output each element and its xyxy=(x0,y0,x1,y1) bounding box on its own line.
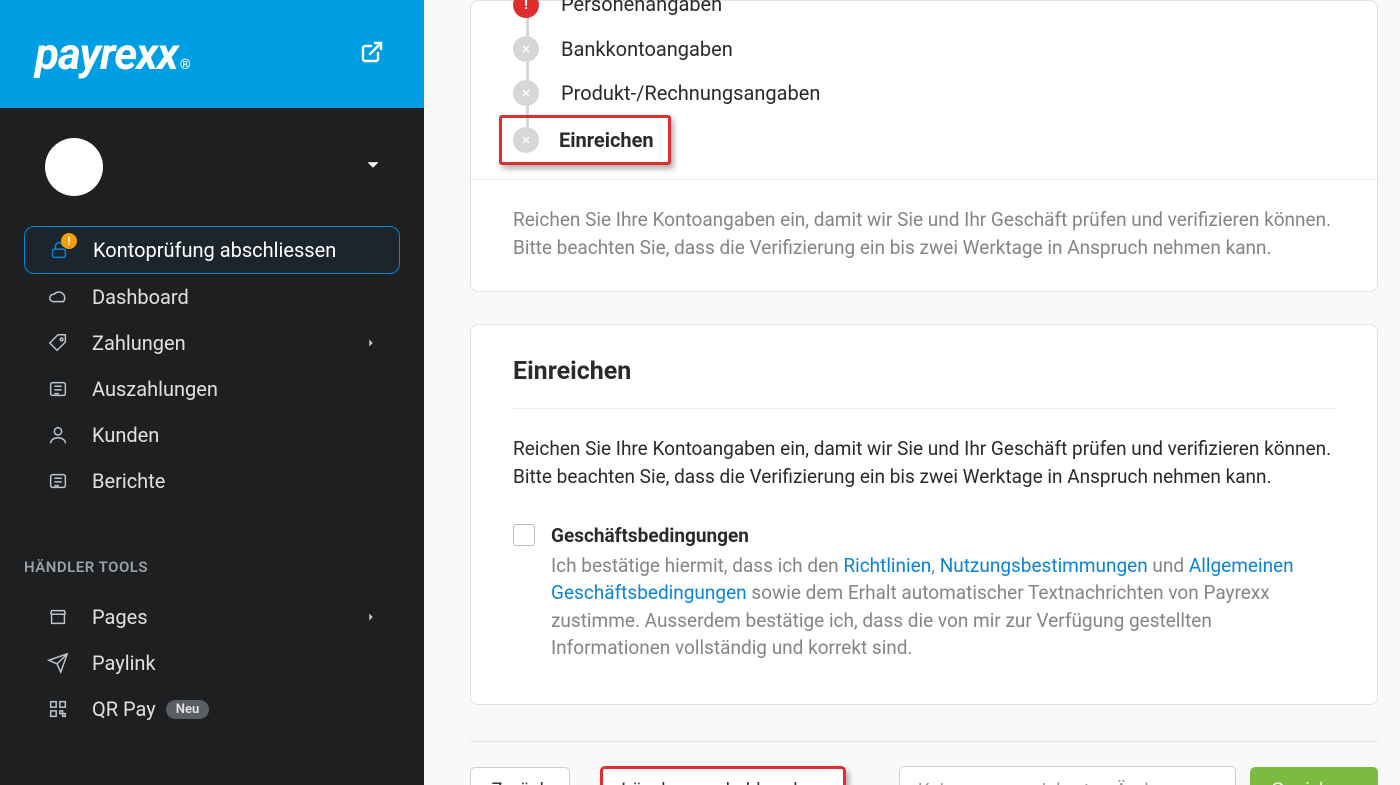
store-icon xyxy=(46,606,70,628)
nav-item-payouts[interactable]: Auszahlungen xyxy=(24,366,400,412)
tag-icon xyxy=(46,332,70,354)
nav-label: QR Pay xyxy=(92,697,156,721)
qr-icon xyxy=(46,698,70,720)
step-bank-details[interactable]: Bankkontoangaben xyxy=(513,27,1377,71)
terms-checkbox[interactable] xyxy=(513,524,535,546)
nav-label: Paylink xyxy=(92,651,156,675)
nav-item-account-verification[interactable]: ! Kontoprüfung abschliessen xyxy=(24,226,400,274)
submit-help-text: Reichen Sie Ihre Kontoangaben ein, damit… xyxy=(513,435,1335,490)
alert-icon: ! xyxy=(513,0,539,18)
chevron-right-icon xyxy=(364,605,378,629)
report-icon xyxy=(46,470,70,492)
terms-title: Geschäftsbedingungen xyxy=(551,522,1335,550)
nav-section-title: HÄNDLER TOOLS xyxy=(0,504,424,594)
brand-logo: payrexx® xyxy=(35,28,190,80)
link-guidelines[interactable]: Richtlinien xyxy=(843,554,931,577)
chevron-down-icon xyxy=(362,154,384,180)
lock-icon: ! xyxy=(47,239,71,261)
nav-label: Kunden xyxy=(92,423,159,447)
sidebar: payrexx® ! Kontoprüfung abschliessen Das… xyxy=(0,0,424,785)
nav-label: Zahlungen xyxy=(92,331,186,355)
nav-item-dashboard[interactable]: Dashboard xyxy=(24,274,400,320)
nav-item-reports[interactable]: Berichte xyxy=(24,458,400,504)
delete-cancel-button[interactable]: Löschen und abbrechen xyxy=(600,766,846,785)
step-label: Personenangaben xyxy=(561,0,722,16)
save-status: Keine ungespeicherten Änderungen xyxy=(899,766,1237,785)
alert-badge: ! xyxy=(61,233,77,249)
terms-text: Ich bestätige hiermit, dass ich den Rich… xyxy=(551,552,1335,662)
step-product-details[interactable]: Produkt-/Rechnungsangaben xyxy=(513,71,1377,115)
nav-item-qrpay[interactable]: QR Pay Neu xyxy=(24,686,400,732)
steps-card: ! Personenangaben Bankkontoangaben Produ… xyxy=(470,0,1378,292)
step-label: Bankkontoangaben xyxy=(561,37,733,61)
submit-card: Einreichen Reichen Sie Ihre Kontoangaben… xyxy=(470,324,1378,705)
cloud-icon xyxy=(46,286,70,308)
x-icon xyxy=(513,127,539,153)
x-icon xyxy=(513,80,539,106)
back-button[interactable]: Zurück xyxy=(470,767,570,785)
external-link-icon[interactable] xyxy=(360,40,384,68)
send-icon xyxy=(46,652,70,674)
sidebar-header: payrexx® xyxy=(0,0,424,108)
nav-label: Pages xyxy=(92,605,148,629)
step-submit[interactable]: Einreichen xyxy=(499,115,671,165)
nav-tools: Pages Paylink QR Pay Neu xyxy=(0,594,424,732)
nav-label: Kontoprüfung abschliessen xyxy=(93,238,336,262)
nav-item-pages[interactable]: Pages xyxy=(24,594,400,640)
nav-label: Berichte xyxy=(92,469,165,493)
x-icon xyxy=(513,36,539,62)
steps-help-text: Reichen Sie Ihre Kontoangaben ein, damit… xyxy=(471,179,1377,291)
step-person-details[interactable]: ! Personenangaben xyxy=(513,0,1377,27)
step-label: Produkt-/Rechnungsangaben xyxy=(561,81,820,105)
user-icon xyxy=(46,424,70,446)
new-badge: Neu xyxy=(166,700,209,719)
link-terms-of-use[interactable]: Nutzungsbestimmungen xyxy=(940,554,1148,577)
chevron-right-icon xyxy=(364,331,378,355)
divider xyxy=(470,741,1378,742)
nav-item-paylink[interactable]: Paylink xyxy=(24,640,400,686)
avatar xyxy=(45,138,103,196)
nav-label: Dashboard xyxy=(92,285,189,309)
footer-actions: Zurück Löschen und abbrechen Keine unges… xyxy=(470,766,1378,785)
nav-item-payments[interactable]: Zahlungen xyxy=(24,320,400,366)
nav-item-customers[interactable]: Kunden xyxy=(24,412,400,458)
main-content: ! Personenangaben Bankkontoangaben Produ… xyxy=(424,0,1400,785)
newspaper-icon xyxy=(46,378,70,400)
account-switcher[interactable] xyxy=(0,108,424,226)
step-label: Einreichen xyxy=(559,128,654,152)
nav-main: ! Kontoprüfung abschliessen Dashboard Za… xyxy=(0,226,424,504)
submit-title: Einreichen xyxy=(513,357,1335,409)
nav-label: Auszahlungen xyxy=(92,377,218,401)
save-button[interactable]: Speichern xyxy=(1250,767,1378,785)
